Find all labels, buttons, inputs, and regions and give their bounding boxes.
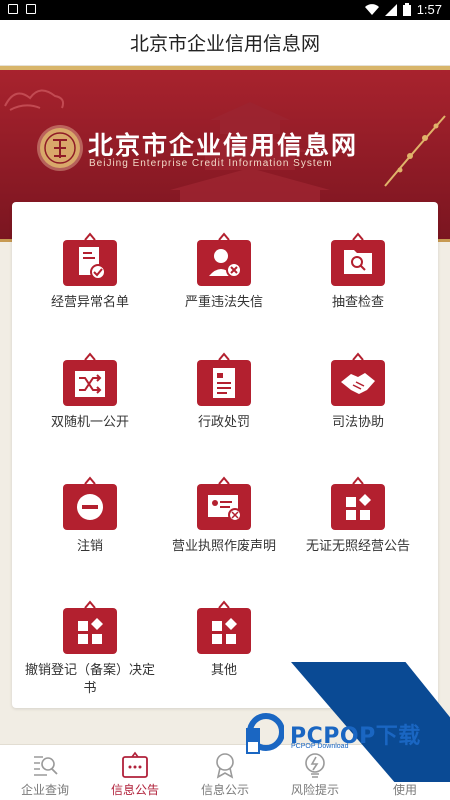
grid-item-label: 撤销登记（备案）决定书 — [24, 663, 155, 696]
grid-item-label: 营业执照作废声明 — [171, 539, 276, 554]
minus-circle-icon — [63, 476, 117, 530]
tab-label: 风险提示 — [290, 783, 339, 797]
app-title-bar: 北京市企业信用信息网 — [0, 20, 450, 66]
grid-item-spot-check[interactable]: 抽查检查 — [292, 232, 424, 312]
page-title: 北京市企业信用信息网 — [129, 33, 320, 55]
license-void-icon — [197, 476, 251, 530]
status-time: 1:57 — [416, 2, 442, 17]
grid-item-other[interactable]: 其他 — [158, 600, 290, 680]
grid-item-administrative-penalty[interactable]: 行政处罚 — [158, 352, 290, 432]
tab-label: 信息公告 — [110, 783, 159, 797]
watermark-subtitle: PCPOP Download — [291, 743, 349, 750]
grid-item-judicial-assistance[interactable]: 司法协助 — [292, 352, 424, 432]
signal-icon — [384, 3, 397, 16]
announcement-grid: 经营异常名单 严重违法失信 抽查检查 双随机一公开 行政处罚 司法协助 注销 营… — [12, 202, 438, 708]
tab-label: 企业查询 — [20, 783, 69, 797]
banner-subtitle: BeiJing Enterprise Credit Information Sy… — [89, 158, 333, 169]
grid-item-unlicensed-operation[interactable]: 无证无照经营公告 — [292, 476, 424, 556]
folder-search-icon — [331, 232, 385, 286]
banner-title: 北京市企业信用信息网 — [88, 131, 359, 160]
notification-icon — [26, 4, 36, 14]
grid-item-abnormal-list[interactable]: 经营异常名单 — [24, 232, 156, 312]
grid-item-label: 抽查检查 — [331, 295, 384, 310]
grid-item-serious-violation[interactable]: 严重违法失信 — [158, 232, 290, 312]
grid-item-double-random[interactable]: 双随机一公开 — [24, 352, 156, 432]
search-list-icon — [34, 756, 58, 776]
lightning-bulb-icon — [305, 753, 325, 778]
blocks-icon — [197, 600, 251, 654]
grid-item-label: 严重违法失信 — [184, 295, 263, 310]
punishment-document-icon — [197, 352, 251, 406]
credit-seal-icon — [40, 128, 80, 168]
cloud-pattern-icon — [4, 89, 65, 111]
banner-gold-border — [0, 66, 450, 70]
grid-item-label: 行政处罚 — [197, 415, 250, 430]
shuffle-icon — [63, 352, 117, 406]
status-bar: 1:57 — [0, 0, 450, 20]
notification-icons — [8, 4, 36, 14]
grid-item-label: 经营异常名单 — [50, 295, 129, 310]
grid-item-label: 其他 — [210, 663, 237, 678]
blocks-icon — [331, 476, 385, 530]
branch-decoration-icon — [384, 115, 446, 187]
award-badge-icon — [216, 753, 234, 779]
battery-icon — [402, 3, 411, 16]
tab-label: 使用 — [392, 783, 417, 797]
notification-icon — [8, 4, 18, 14]
grid-item-deregistration[interactable]: 注销 — [24, 476, 156, 556]
tab-label: 信息公示 — [200, 783, 249, 797]
grid-item-revocation-decision[interactable]: 撤销登记（备案）决定书 — [24, 600, 156, 698]
handshake-icon — [331, 352, 385, 406]
blocks-icon — [63, 600, 117, 654]
grid-item-label: 司法协助 — [331, 415, 384, 430]
grid-item-label: 注销 — [76, 539, 103, 554]
tab-info-announcement[interactable]: 信息公告 — [90, 745, 180, 800]
tab-company-query[interactable]: 企业查询 — [0, 745, 90, 800]
grid-item-label: 无证无照经营公告 — [305, 539, 410, 554]
person-x-icon — [197, 232, 251, 286]
notice-board-icon — [122, 751, 148, 778]
wifi-icon — [364, 3, 379, 15]
grid-item-license-void[interactable]: 营业执照作废声明 — [158, 476, 290, 556]
grid-item-label: 双随机一公开 — [50, 415, 129, 430]
watermark-logo-icon — [246, 713, 284, 754]
document-check-icon — [63, 232, 117, 286]
